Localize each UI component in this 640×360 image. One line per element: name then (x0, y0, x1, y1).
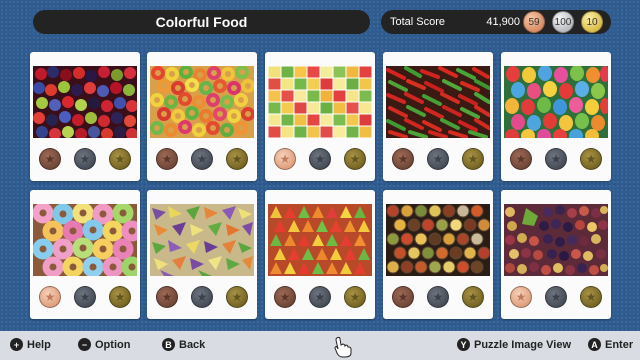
puzzle-thumbnail (504, 66, 608, 138)
gold-medal-icon: ★ (462, 148, 484, 170)
puzzle-image-view-label: Puzzle Image View (474, 338, 572, 351)
back-label: Back (179, 338, 206, 351)
puzzle-card-fruit-cubes[interactable]: ★ ★ ★ (265, 52, 375, 181)
b-button-icon: B (162, 338, 175, 351)
gold-medal-icon: ★ (226, 148, 248, 170)
silver-medal-icon: ★ (427, 148, 449, 170)
title-text: Colorful Food (155, 14, 248, 30)
enter-hint[interactable]: A Enter (588, 338, 633, 351)
puzzle-thumbnail (504, 204, 608, 276)
silver-medal-icon: ★ (545, 286, 567, 308)
back-hint[interactable]: B Back (162, 338, 205, 351)
bronze-medal-icon: ★ (510, 286, 532, 308)
silver-medal-icon: ★ (309, 148, 331, 170)
medal-row: ★ ★ ★ (501, 286, 611, 310)
score-label: Total Score (390, 16, 446, 28)
minus-button-icon: − (78, 338, 91, 351)
controls-hint-bar: + Help − Option B Back Y Puzzle Image Vi… (0, 331, 640, 360)
option-label: Option (95, 338, 131, 351)
silver-medal-icon: ★ (545, 148, 567, 170)
medal-row: ★ ★ ★ (147, 148, 257, 172)
bronze-medal-icon: ★ (510, 148, 532, 170)
enter-label: Enter (605, 338, 634, 351)
option-hint[interactable]: − Option (78, 338, 130, 351)
puzzle-thumbnail (268, 66, 372, 138)
puzzle-card-spices[interactable]: ★ ★ ★ (383, 190, 493, 319)
bronze-medal-icon: ★ (274, 286, 296, 308)
gold-medal-icon: ★ (580, 286, 602, 308)
gold-medal-icon: ★ (226, 286, 248, 308)
gold-medal-icon: ★ (344, 148, 366, 170)
puzzle-card-easter-eggs[interactable]: ★ ★ ★ (501, 52, 611, 181)
medal-row: ★ ★ ★ (30, 148, 140, 172)
puzzle-card-cereal-rings[interactable]: ★ ★ ★ (147, 52, 257, 181)
puzzle-thumbnail (150, 66, 254, 138)
medal-row: ★ ★ ★ (265, 286, 375, 310)
silver-medal-icon: ★ (427, 286, 449, 308)
medal-row: ★ ★ ★ (501, 148, 611, 172)
bronze-medal-icon: ★ (392, 286, 414, 308)
puzzle-card-donuts[interactable]: ★ ★ ★ (30, 190, 140, 319)
gold-medal-icon: ★ (109, 286, 131, 308)
puzzle-thumbnail (33, 204, 137, 276)
puzzle-card-berries[interactable]: ★ ★ ★ (30, 52, 140, 181)
puzzle-thumbnail (150, 204, 254, 276)
pointer-hand-icon (333, 336, 353, 360)
a-button-icon: A (588, 338, 601, 351)
gold-medal-icon: ★ (109, 148, 131, 170)
gold-medal-icon: ★ (344, 286, 366, 308)
bronze-medal-icon: ★ (274, 148, 296, 170)
puzzle-thumbnail (268, 204, 372, 276)
silver-medal-icon: ★ (309, 286, 331, 308)
bronze-medal-icon: ★ (156, 148, 178, 170)
silver-medal-count: 100 (552, 11, 574, 33)
silver-medal-icon: ★ (191, 148, 213, 170)
medal-row: ★ ★ ★ (147, 286, 257, 310)
silver-medal-icon: ★ (191, 286, 213, 308)
silver-medal-icon: ★ (74, 148, 96, 170)
puzzle-thumbnail (386, 204, 490, 276)
puzzle-card-grapes[interactable]: ★ ★ ★ (501, 190, 611, 319)
score-value: 41,900 (486, 16, 520, 28)
medal-row: ★ ★ ★ (265, 148, 375, 172)
bronze-medal-icon: ★ (39, 286, 61, 308)
medal-row: ★ ★ ★ (30, 286, 140, 310)
puzzle-card-gummy-candy[interactable]: ★ ★ ★ (265, 190, 375, 319)
medal-row: ★ ★ ★ (383, 148, 493, 172)
puzzle-image-view-hint[interactable]: Y Puzzle Image View (457, 338, 571, 351)
puzzle-card-pasta[interactable]: ★ ★ ★ (147, 190, 257, 319)
puzzle-thumbnail (386, 66, 490, 138)
silver-medal-icon: ★ (74, 286, 96, 308)
total-score-panel: Total Score 41,900 59 100 10 (381, 10, 611, 34)
bronze-medal-icon: ★ (392, 148, 414, 170)
help-label: Help (27, 338, 51, 351)
help-hint[interactable]: + Help (10, 338, 51, 351)
gold-medal-icon: ★ (462, 286, 484, 308)
y-button-icon: Y (457, 338, 470, 351)
bronze-medal-count: 59 (523, 11, 545, 33)
puzzle-set-title: Colorful Food (33, 10, 370, 34)
puzzle-card-chili-peppers[interactable]: ★ ★ ★ (383, 52, 493, 181)
bronze-medal-icon: ★ (39, 148, 61, 170)
gold-medal-count: 10 (581, 11, 603, 33)
puzzle-thumbnail (33, 66, 137, 138)
bronze-medal-icon: ★ (156, 286, 178, 308)
plus-button-icon: + (10, 338, 23, 351)
gold-medal-icon: ★ (580, 148, 602, 170)
medal-row: ★ ★ ★ (383, 286, 493, 310)
